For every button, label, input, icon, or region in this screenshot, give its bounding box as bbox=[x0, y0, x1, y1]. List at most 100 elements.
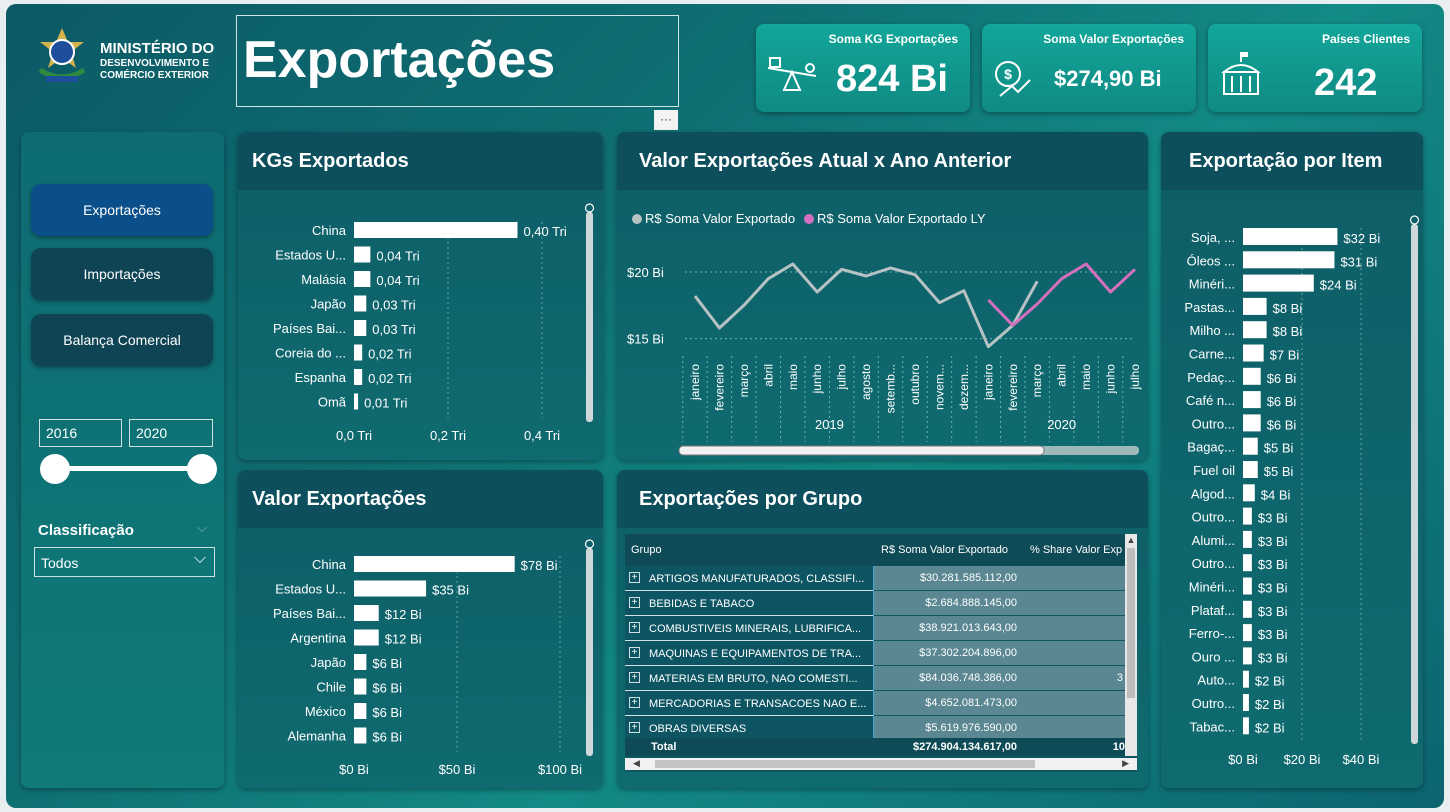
scroll-thumb[interactable] bbox=[1127, 548, 1135, 698]
classificacao-value: Todos bbox=[41, 555, 79, 571]
cell-valor: $4.652.081.473,00 bbox=[873, 691, 1023, 715]
grupo-table: Grupo R$ Soma Valor Exportado % Share Va… bbox=[625, 534, 1137, 772]
table-row[interactable]: + MAQUINAS E EQUIPAMENTOS DE TRA... $37.30… bbox=[625, 641, 1127, 666]
panel-kgs-exportados: KGs Exportados 0,0 Tri 0,2 Tri 0,4 Tri Chin… bbox=[238, 132, 603, 460]
data-label: $32 Bi bbox=[1343, 231, 1380, 246]
panel-title: KGs Exportados bbox=[238, 132, 603, 190]
data-label: 0,03 Tri bbox=[372, 322, 415, 337]
cell-valor: $30.281.585.112,00 bbox=[873, 566, 1023, 590]
kpi-soma-kg: Soma KG Exportações 824 Bi bbox=[756, 24, 970, 112]
bar bbox=[354, 271, 371, 287]
expand-icon[interactable]: + bbox=[629, 647, 640, 658]
table-total-row: Total $274.904.134.617,00 10 bbox=[625, 738, 1137, 756]
bar bbox=[354, 393, 359, 410]
item-bar-chart: $0 Bi $20 Bi $40 Bi Soja, ... $32 Bi Óleos ..… bbox=[1184, 215, 1420, 767]
bar bbox=[1243, 391, 1261, 409]
category-label: Países Bai... bbox=[273, 321, 346, 336]
bar bbox=[1243, 624, 1252, 642]
panel-valor-atual-anterior: Valor Exportações Atual x Ano Anterior R… bbox=[617, 132, 1148, 460]
axis-tick-label: 0,4 Tri bbox=[524, 428, 560, 443]
category-label: Outro... bbox=[1192, 510, 1235, 525]
bar bbox=[354, 344, 363, 361]
page-title-box[interactable]: Exportações bbox=[236, 15, 679, 107]
chevron-collapse-icon[interactable]: ⌵ bbox=[197, 520, 207, 536]
data-label: $6 Bi bbox=[1267, 417, 1297, 432]
col-grupo[interactable]: Grupo bbox=[631, 544, 662, 556]
cell-share bbox=[1023, 716, 1127, 740]
kgs-bar-chart: 0,0 Tri 0,2 Tri 0,4 Tri China 0,40 Tri Estado… bbox=[273, 203, 595, 443]
data-label: $8 Bi bbox=[1273, 301, 1303, 316]
table-row[interactable]: + BEBIDAS E TABACO $2.684.888.145,00 bbox=[625, 591, 1127, 616]
category-label: Ouro ... bbox=[1192, 649, 1235, 664]
expand-icon[interactable]: + bbox=[629, 697, 640, 708]
expand-icon[interactable]: + bbox=[629, 672, 640, 683]
coat-of-arms-icon bbox=[38, 28, 86, 82]
bar bbox=[1243, 297, 1267, 315]
column-highlight-border bbox=[873, 566, 874, 756]
year-slider-end-handle[interactable] bbox=[187, 454, 217, 484]
panel-exportacoes-grupo: Exportações por Grupo Grupo R$ Soma Valo… bbox=[617, 470, 1148, 788]
x-tick-label: abril bbox=[1055, 364, 1069, 387]
category-label: Outro... bbox=[1192, 696, 1235, 711]
col-share[interactable]: % Share Valor Exp bbox=[1030, 544, 1122, 556]
nav-exportacoes-button[interactable]: Exportações bbox=[31, 184, 213, 236]
table-header: Grupo R$ Soma Valor Exportado % Share Va… bbox=[625, 534, 1137, 566]
data-label: $8 Bi bbox=[1273, 324, 1303, 339]
total-value: $274.904.134.617,00 bbox=[913, 741, 1017, 753]
cell-valor: $2.684.888.145,00 bbox=[873, 591, 1023, 615]
data-label: $6 Bi bbox=[1267, 394, 1297, 409]
bar bbox=[354, 703, 367, 719]
col-valor[interactable]: R$ Soma Valor Exportado bbox=[881, 544, 1008, 556]
category-label: Pedaç... bbox=[1187, 370, 1235, 385]
x-tick-label: março bbox=[1030, 364, 1044, 398]
legend-marker bbox=[632, 214, 642, 224]
table-row[interactable]: + COMBUSTIVEIS MINERAIS, LUBRIFICA... $38.… bbox=[625, 616, 1127, 641]
year-label: 2019 bbox=[815, 417, 844, 432]
scroll-up-icon[interactable]: ▲ bbox=[1125, 534, 1137, 546]
bar bbox=[1243, 274, 1314, 292]
axis-tick-label: $50 Bi bbox=[439, 762, 476, 777]
classificacao-dropdown[interactable]: Todos ⌵ bbox=[34, 547, 215, 577]
bar bbox=[1243, 530, 1252, 548]
year-to-input[interactable]: 2020 bbox=[129, 419, 213, 447]
year-slider-start-handle[interactable] bbox=[40, 454, 70, 484]
nav-balanca-button[interactable]: Balança Comercial bbox=[31, 314, 213, 366]
expand-icon[interactable]: + bbox=[629, 722, 640, 733]
category-label: Minéri... bbox=[1189, 580, 1235, 595]
year-from-input[interactable]: 2016 bbox=[39, 419, 122, 447]
data-label: $2 Bi bbox=[1255, 674, 1285, 689]
axis-tick-label: $20 Bi bbox=[1284, 752, 1321, 767]
classificacao-label: Classificação bbox=[38, 522, 134, 539]
expand-icon[interactable]: + bbox=[629, 572, 640, 583]
cell-grupo: ARTIGOS MANUFATURADOS, CLASSIFI... bbox=[649, 573, 865, 585]
x-tick-label: maio bbox=[1079, 364, 1093, 390]
data-label: $3 Bi bbox=[1258, 650, 1288, 665]
chevron-down-icon: ⌵ bbox=[193, 550, 206, 567]
scroll-right-icon[interactable]: ▶ bbox=[1122, 758, 1129, 769]
table-row[interactable]: + ARTIGOS MANUFATURADOS, CLASSIFI... $30.2… bbox=[625, 566, 1127, 591]
table-row[interactable]: + MERCADORIAS E TRANSACOES NAO E... $4.652… bbox=[625, 691, 1127, 716]
kpi-title: Países Clientes bbox=[1321, 32, 1410, 46]
category-label: Argentina bbox=[290, 631, 346, 646]
vertical-scrollbar[interactable]: ▲ bbox=[1125, 534, 1137, 756]
x-tick-label: dezem... bbox=[957, 364, 971, 410]
bar bbox=[1243, 647, 1252, 665]
data-label: 0,02 Tri bbox=[368, 347, 411, 362]
category-label: Outro... bbox=[1192, 556, 1235, 571]
category-label: Óleos ... bbox=[1187, 253, 1235, 268]
nav-importacoes-button[interactable]: Importações bbox=[31, 248, 213, 300]
more-options-button[interactable]: ··· bbox=[654, 110, 678, 130]
category-label: Estados U... bbox=[275, 582, 346, 597]
expand-icon[interactable]: + bbox=[629, 597, 640, 608]
expand-icon[interactable]: + bbox=[629, 622, 640, 633]
data-label: 0,40 Tri bbox=[523, 224, 566, 239]
org-line-2: DESENVOLVIMENTO E bbox=[100, 58, 210, 69]
category-label: Omã bbox=[318, 395, 347, 410]
scroll-left-icon[interactable]: ◀ bbox=[633, 758, 640, 769]
table-row[interactable]: + MATERIAS EM BRUTO, NAO COMESTI... $84.03… bbox=[625, 666, 1127, 691]
axis-tick-label: $100 Bi bbox=[538, 762, 582, 777]
panel-title: Valor Exportações Atual x Ano Anterior bbox=[617, 132, 1148, 190]
category-label: Pastas... bbox=[1184, 300, 1235, 315]
h-scroll-thumb[interactable] bbox=[655, 760, 1035, 768]
horizontal-scrollbar[interactable]: ◀ ▶ bbox=[625, 758, 1137, 770]
